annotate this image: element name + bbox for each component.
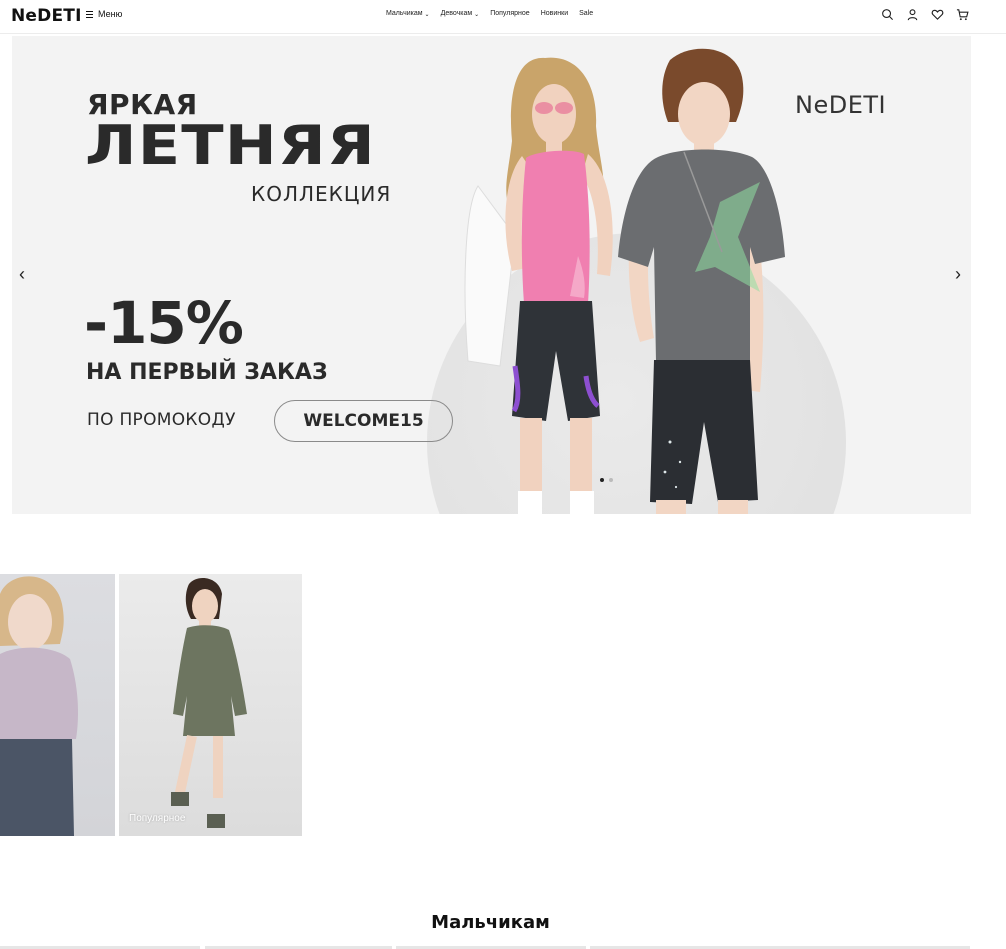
chevron-down-icon: ⌄ (424, 12, 430, 18)
category-card[interactable] (0, 574, 115, 836)
hero-offer: НА ПЕРВЫЙ ЗАКАЗ (86, 360, 328, 385)
nav-item-new[interactable]: Новинки (541, 10, 568, 17)
user-icon[interactable] (906, 8, 919, 21)
pagination-dot[interactable] (609, 478, 613, 482)
boy-model-image (618, 48, 785, 514)
girl-lilac-shirt-image (0, 576, 78, 836)
search-icon[interactable] (881, 8, 894, 21)
menu-label: Меню (98, 9, 123, 19)
promo-code-badge[interactable]: WELCOME15 (274, 400, 453, 442)
main-nav: Мальчикам ⌄ Девочкам ⌄ Популярное Новинк… (386, 10, 593, 18)
nav-item-boys[interactable]: Мальчикам ⌄ (386, 10, 430, 18)
nav-item-label: Популярное (490, 10, 530, 17)
menu-button[interactable]: Меню (86, 9, 122, 19)
category-card-label: Популярное (129, 813, 186, 824)
hero-prev-arrow[interactable]: ‹ (14, 262, 30, 286)
burger-icon (86, 10, 93, 18)
nav-item-girls[interactable]: Девочкам ⌄ (440, 10, 480, 18)
heart-icon[interactable] (931, 8, 944, 21)
pagination-dot[interactable] (600, 478, 604, 482)
logo[interactable]: NeDETI (11, 6, 82, 26)
hero-line-2: ЛЕТНЯЯ (85, 114, 376, 177)
category-card-popular[interactable]: Популярное (119, 574, 302, 836)
hero-next-arrow[interactable]: › (950, 262, 966, 286)
cart-icon[interactable] (956, 8, 969, 21)
nav-item-label: Sale (579, 10, 594, 17)
hero-brand-logo: NeDETI (795, 91, 887, 119)
chevron-down-icon: ⌄ (474, 12, 480, 18)
nav-item-label: Новинки (540, 10, 569, 17)
hero-line-3: КОЛЛЕКЦИЯ (251, 182, 392, 206)
nav-item-label: Девочкам (440, 10, 473, 17)
nav-item-sale[interactable]: Sale (579, 10, 593, 17)
nav-item-popular[interactable]: Популярное (490, 10, 529, 17)
girl-olive-dress-image (171, 578, 247, 828)
hero-pagination (600, 478, 613, 482)
hero-discount: -15% (84, 289, 244, 357)
hero-promo-prefix: ПО ПРОМОКОДУ (87, 410, 236, 430)
nav-item-label: Мальчикам (386, 10, 423, 17)
section-title-boys: Мальчикам (431, 912, 550, 933)
header-icons (881, 8, 969, 21)
hero-banner[interactable]: ЯРКАЯ ЛЕТНЯЯ КОЛЛЕКЦИЯ -15% НА ПЕРВЫЙ ЗА… (12, 36, 971, 514)
site-header: NeDETI Меню Мальчикам ⌄ Девочкам ⌄ Попул… (0, 0, 1006, 34)
